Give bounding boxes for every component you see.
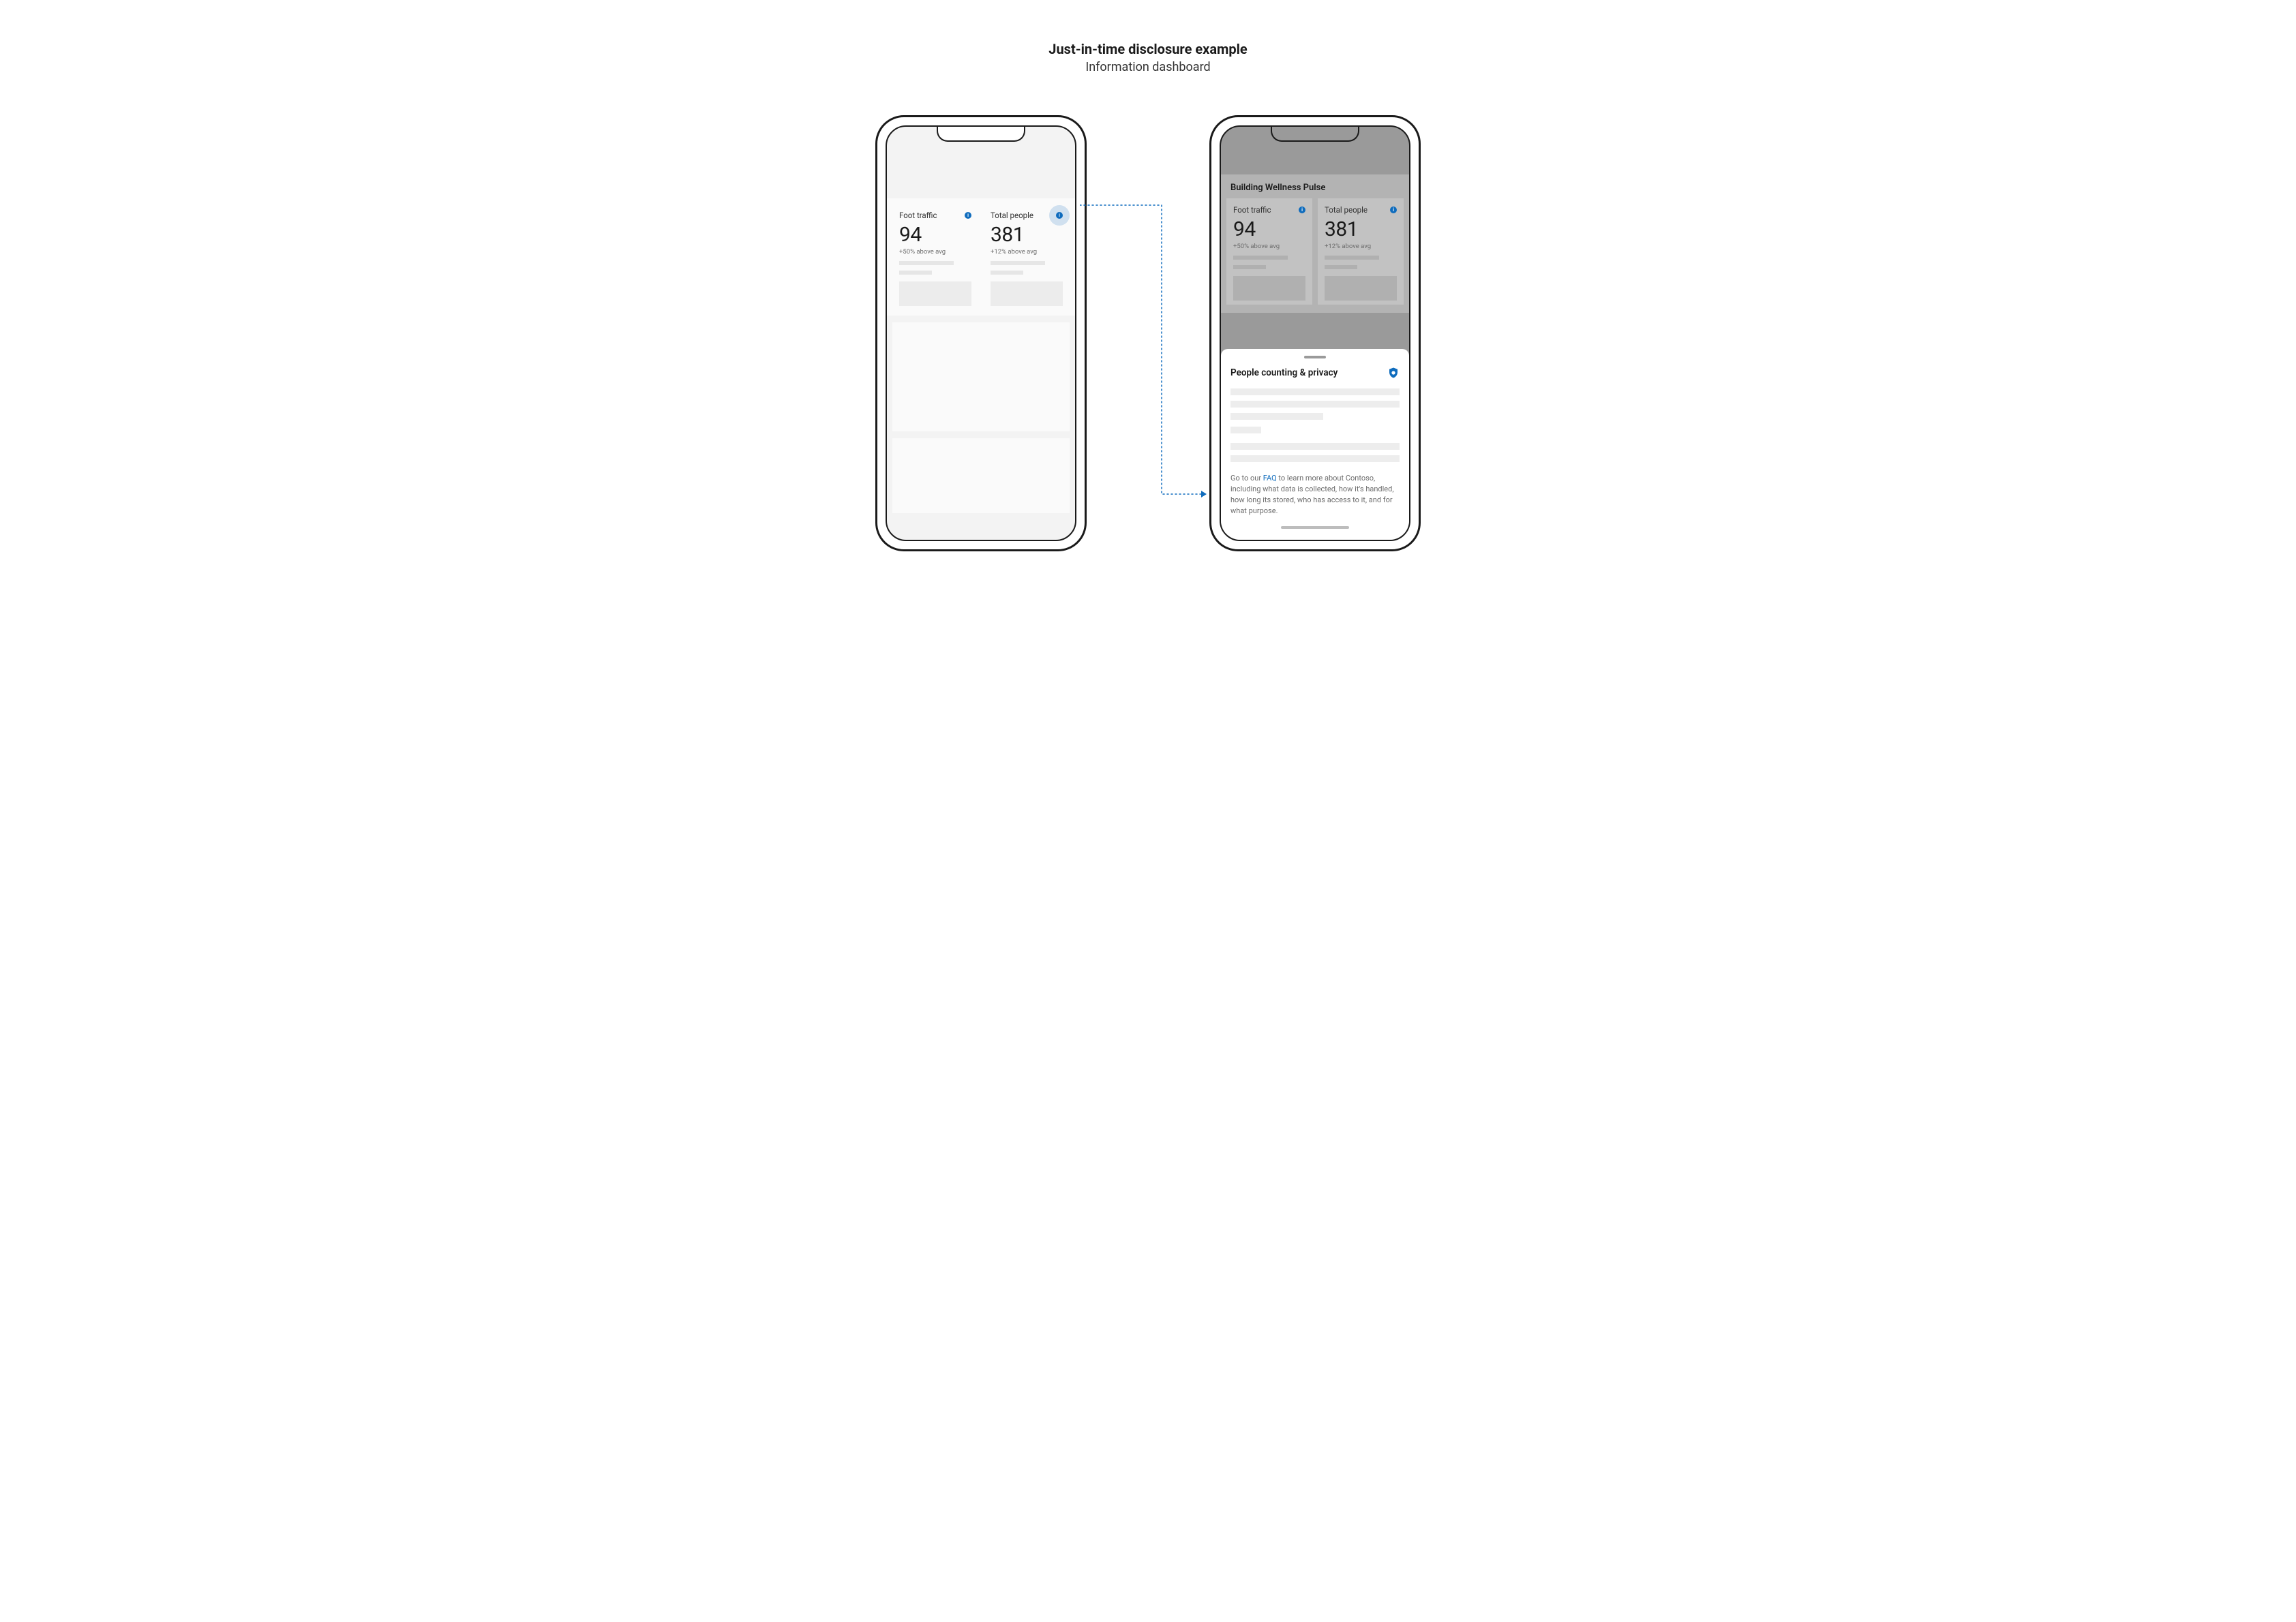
- placeholder-block: [1233, 276, 1305, 301]
- card-title: Foot traffic: [1233, 205, 1271, 215]
- info-icon[interactable]: i: [1390, 206, 1397, 213]
- placeholder-line: [1233, 256, 1288, 260]
- bottom-sheet[interactable]: People counting & privacy: [1221, 349, 1409, 540]
- info-icon[interactable]: i: [1299, 206, 1305, 213]
- placeholder-panel: [892, 322, 1070, 431]
- placeholder-line: [1325, 265, 1357, 269]
- phone-notch: [937, 125, 1025, 142]
- card-value: 381: [1325, 217, 1397, 241]
- placeholder-panel: [892, 438, 1070, 513]
- sheet-drag-handle[interactable]: [1304, 356, 1326, 358]
- phone-right-screen: Building Wellness Pulse Foot traffic i 9…: [1220, 125, 1410, 541]
- card-value: 94: [1233, 217, 1305, 241]
- faq-link[interactable]: FAQ: [1263, 474, 1277, 483]
- home-indicator: [1281, 526, 1349, 529]
- flow-connector: [1080, 200, 1213, 506]
- info-icon[interactable]: i: [965, 212, 971, 219]
- card-value: 94: [899, 223, 971, 247]
- placeholder-block: [1325, 276, 1397, 301]
- card-delta: +12% above avg: [1325, 243, 1397, 250]
- sheet-footer-text: Go to our FAQ to learn more about Contos…: [1230, 473, 1400, 517]
- placeholder-text-block: [1230, 388, 1400, 462]
- card-total-people: Total people i 381 +12% above avg: [1318, 198, 1404, 305]
- phone-left-screen: Foot traffic i 94 +50% above avg Total p…: [886, 125, 1076, 541]
- shield-icon: [1387, 367, 1400, 379]
- phone-left: Foot traffic i 94 +50% above avg Total p…: [875, 115, 1087, 551]
- page-subtitle: Information dashboard: [1085, 60, 1210, 74]
- placeholder-line: [991, 271, 1023, 275]
- placeholder-line: [991, 261, 1045, 265]
- placeholder-block: [991, 281, 1063, 306]
- card-title: Total people: [991, 211, 1033, 220]
- phone-right: Building Wellness Pulse Foot traffic i 9…: [1209, 115, 1421, 551]
- placeholder-block: [899, 281, 971, 306]
- sheet-title: People counting & privacy: [1230, 367, 1338, 378]
- card-delta: +12% above avg: [991, 248, 1063, 256]
- card-delta: +50% above avg: [1233, 243, 1305, 250]
- placeholder-line: [899, 261, 954, 265]
- card-value: 381: [991, 223, 1063, 247]
- card-title: Total people: [1325, 205, 1368, 215]
- card-title: Foot traffic: [899, 211, 937, 220]
- section-title: Building Wellness Pulse: [1221, 174, 1409, 198]
- page-title: Just-in-time disclosure example: [1048, 41, 1247, 57]
- placeholder-line: [899, 271, 932, 275]
- info-icon[interactable]: i: [1056, 212, 1063, 219]
- placeholder-line: [1233, 265, 1266, 269]
- placeholder-line: [1325, 256, 1379, 260]
- card-delta: +50% above avg: [899, 248, 971, 256]
- card-total-people: Total people i 381 +12% above avg: [984, 204, 1070, 310]
- card-foot-traffic: Foot traffic i 94 +50% above avg: [1226, 198, 1312, 305]
- phone-notch: [1271, 125, 1359, 142]
- card-foot-traffic: Foot traffic i 94 +50% above avg: [892, 204, 978, 310]
